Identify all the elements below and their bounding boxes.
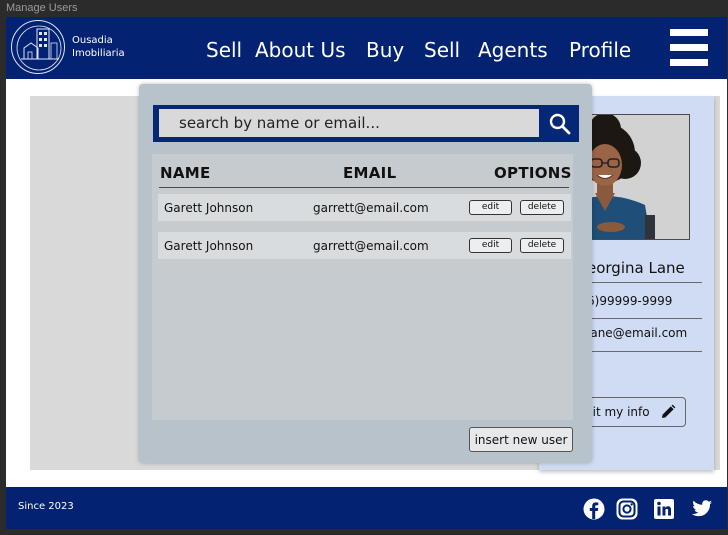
column-header-email: EMAIL: [343, 164, 397, 182]
table-row: Garett Johnson garrett@email.com edit de…: [158, 194, 571, 221]
facebook-icon[interactable]: [583, 498, 605, 520]
divider: [578, 351, 702, 352]
divider: [578, 318, 702, 319]
logo-icon[interactable]: [11, 20, 65, 74]
instagram-icon[interactable]: [616, 498, 638, 520]
nav-buy[interactable]: Buy: [366, 38, 404, 62]
hamburger-icon[interactable]: [670, 29, 708, 66]
brand-name-line2: Imobiliaria: [72, 48, 125, 59]
twitter-icon[interactable]: [689, 498, 713, 520]
profile-phone: 6)99999-9999: [587, 294, 673, 308]
top-navbar: Ousadia Imobiliaria Sell About Us Buy Se…: [6, 17, 727, 79]
delete-user-button[interactable]: delete: [520, 200, 564, 215]
nav-about-us[interactable]: About Us: [255, 38, 346, 62]
search-icon: [549, 113, 571, 135]
row-email: garrett@email.com: [313, 239, 429, 253]
table-row: Garett Johnson garrett@email.com edit de…: [158, 232, 571, 259]
row-name: Garett Johnson: [164, 239, 254, 253]
row-name: Garett Johnson: [164, 201, 254, 215]
search-button[interactable]: [540, 105, 579, 142]
app-window: Ousadia Imobiliaria Sell About Us Buy Se…: [6, 17, 727, 529]
search-input[interactable]: [159, 109, 539, 137]
divider: [578, 282, 702, 283]
profile-name: eorgina Lane: [587, 259, 685, 277]
delete-user-button[interactable]: delete: [520, 238, 564, 253]
nav-agents[interactable]: Agents: [478, 38, 548, 62]
row-email: garrett@email.com: [313, 201, 429, 215]
nav-profile[interactable]: Profile: [569, 38, 631, 62]
footer: Since 2023: [6, 487, 727, 529]
edit-my-info-label: dit my info: [585, 405, 650, 419]
nav-sell[interactable]: Sell: [206, 38, 242, 62]
nav-sell-2[interactable]: Sell: [424, 38, 460, 62]
brand-name-line1: Ousadia: [72, 35, 113, 46]
profile-email: lane@email.com: [587, 326, 688, 340]
column-header-name: NAME: [160, 164, 211, 182]
window-title: Manage Users: [6, 2, 78, 14]
edit-user-button[interactable]: edit: [469, 238, 512, 253]
pencil-icon: [662, 404, 676, 418]
brand-name: Ousadia Imobiliaria: [72, 34, 125, 60]
edit-user-button[interactable]: edit: [469, 200, 512, 215]
footer-since: Since 2023: [18, 501, 74, 512]
column-header-options: OPTIONS: [494, 164, 572, 182]
insert-new-user-button[interactable]: insert new user: [469, 427, 573, 452]
manage-users-modal: NAME EMAIL OPTIONS Garett Johnson garret…: [139, 84, 592, 463]
users-table: NAME EMAIL OPTIONS Garett Johnson garret…: [152, 154, 573, 420]
search-bar: [153, 105, 579, 142]
header-divider: [159, 187, 569, 188]
linkedin-icon[interactable]: [653, 498, 675, 520]
